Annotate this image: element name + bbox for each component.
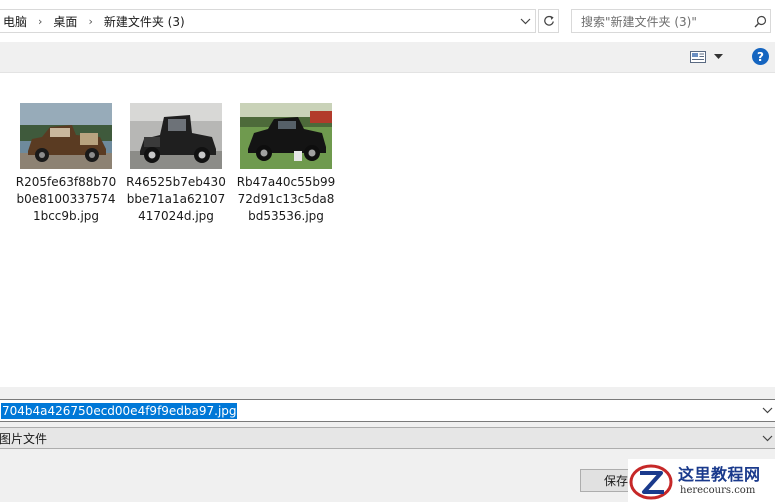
file-item[interactable]: R46525b7eb430bbe71a1a62107417024d.jpg xyxy=(122,103,230,225)
watermark-logo: 这里教程网 herecours.com xyxy=(628,459,775,502)
refresh-icon xyxy=(543,15,554,26)
address-row: 电脑 › 桌面 › 新建文件夹 (3) 搜索"新建文件夹 (3)" xyxy=(0,0,775,42)
chevron-down-icon[interactable] xyxy=(761,404,773,416)
breadcrumb-item-computer[interactable]: 电脑 xyxy=(1,13,29,30)
watermark-title: 这里教程网 xyxy=(678,464,761,484)
chevron-right-icon[interactable]: › xyxy=(88,15,92,28)
filename-value[interactable]: 704b4a426750ecd00e4f9f9edba97.jpg xyxy=(1,402,237,419)
file-item[interactable]: R205fe63f88b70b0e81003375741bcc9b.jpg xyxy=(12,103,120,225)
file-item[interactable]: Rb47a40c55b9972d91c13c5da8bd53536.jpg xyxy=(232,103,340,225)
file-name: Rb47a40c55b9972d91c13c5da8bd53536.jpg xyxy=(236,175,336,223)
chevron-down-icon[interactable] xyxy=(761,432,773,444)
logo-icon xyxy=(629,464,673,499)
address-bar[interactable]: 电脑 › 桌面 › 新建文件夹 (3) xyxy=(0,9,536,33)
dropdown-arrow-icon xyxy=(714,54,723,59)
filename-input[interactable]: 704b4a426750ecd00e4f9f9edba97.jpg xyxy=(0,399,775,422)
image-thumbnail xyxy=(240,103,332,169)
change-view-button[interactable] xyxy=(690,49,730,65)
view-icon xyxy=(690,51,706,63)
chevron-down-icon xyxy=(520,18,530,24)
image-thumbnail xyxy=(130,103,222,169)
chevron-right-icon[interactable]: › xyxy=(38,15,42,28)
toolbar: ? xyxy=(0,42,775,73)
breadcrumb-item-folder[interactable]: 新建文件夹 (3) xyxy=(102,13,187,30)
watermark-text: 这里教程网 herecours.com xyxy=(678,465,761,497)
file-name: R205fe63f88b70b0e81003375741bcc9b.jpg xyxy=(15,175,117,223)
watermark-url: herecours.com xyxy=(680,484,756,496)
filetype-select[interactable]: 图片文件 xyxy=(0,427,775,449)
search-placeholder[interactable]: 搜索"新建文件夹 (3)" xyxy=(572,13,750,30)
search-input[interactable]: 搜索"新建文件夹 (3)" xyxy=(571,9,771,33)
breadcrumb: 电脑 › 桌面 › 新建文件夹 (3) xyxy=(1,13,187,30)
file-name: R46525b7eb430bbe71a1a62107417024d.jpg xyxy=(126,175,226,223)
address-history-button[interactable] xyxy=(517,13,533,29)
breadcrumb-item-desktop[interactable]: 桌面 xyxy=(51,13,79,30)
search-icon[interactable] xyxy=(750,11,770,31)
filetype-value: 图片文件 xyxy=(0,431,48,446)
file-list: R205fe63f88b70b0e81003375741bcc9b.jpg R4… xyxy=(0,73,775,387)
refresh-button[interactable] xyxy=(538,9,559,33)
image-thumbnail xyxy=(20,103,112,169)
help-button[interactable]: ? xyxy=(752,48,769,65)
